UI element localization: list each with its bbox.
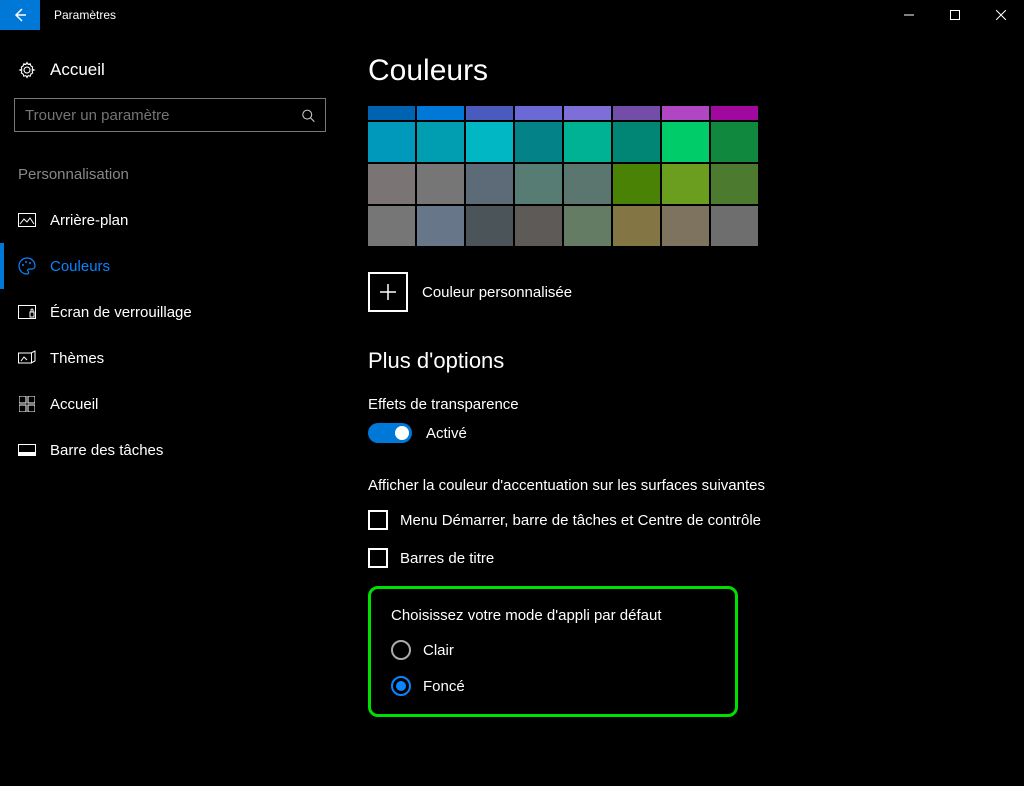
color-swatch-grid: [368, 106, 1024, 246]
color-swatch[interactable]: [417, 164, 464, 204]
color-swatch[interactable]: [417, 122, 464, 162]
category-header: Personnalisation: [14, 166, 326, 183]
custom-color-button[interactable]: [368, 272, 408, 312]
image-icon: [18, 213, 36, 227]
checkbox-icon: [368, 548, 388, 568]
home-link[interactable]: Accueil: [14, 54, 326, 98]
color-swatch[interactable]: [466, 164, 513, 204]
checkbox-icon: [368, 510, 388, 530]
sidebar: Accueil Personnalisation Arrière-plan Co…: [0, 30, 340, 786]
color-swatch[interactable]: [711, 122, 758, 162]
color-swatch[interactable]: [368, 122, 415, 162]
more-options-header: Plus d'options: [368, 348, 1024, 374]
checkbox-label: Menu Démarrer, barre de tâches et Centre…: [400, 512, 761, 529]
color-swatch[interactable]: [515, 122, 562, 162]
minimize-button[interactable]: [886, 0, 932, 30]
search-field[interactable]: [25, 107, 301, 124]
color-swatch[interactable]: [613, 164, 660, 204]
transparency-state: Activé: [426, 425, 467, 442]
color-swatch[interactable]: [662, 106, 709, 120]
color-swatch[interactable]: [466, 122, 513, 162]
gear-icon: [18, 61, 36, 79]
search-icon: [301, 108, 315, 123]
color-swatch[interactable]: [613, 206, 660, 246]
start-icon: [18, 396, 36, 412]
close-button[interactable]: [978, 0, 1024, 30]
color-swatch[interactable]: [466, 206, 513, 246]
custom-color-label: Couleur personnalisée: [422, 284, 572, 301]
color-swatch[interactable]: [662, 122, 709, 162]
color-swatch[interactable]: [711, 164, 758, 204]
sidebar-item-taskbar[interactable]: Barre des tâches: [14, 427, 326, 473]
palette-icon: [18, 257, 36, 275]
checkbox-title-bars[interactable]: Barres de titre: [368, 548, 1024, 568]
maximize-button[interactable]: [932, 0, 978, 30]
checkbox-label: Barres de titre: [400, 550, 494, 567]
color-swatch[interactable]: [417, 106, 464, 120]
color-swatch[interactable]: [368, 206, 415, 246]
sidebar-item-label: Accueil: [50, 396, 98, 413]
color-swatch[interactable]: [564, 164, 611, 204]
taskbar-icon: [18, 444, 36, 456]
radio-dark[interactable]: Foncé: [391, 676, 715, 696]
lockscreen-icon: [18, 305, 36, 319]
sidebar-item-label: Barre des tâches: [50, 442, 163, 459]
radio-label: Clair: [423, 642, 454, 659]
sidebar-item-label: Écran de verrouillage: [50, 304, 192, 321]
minimize-icon: [904, 10, 914, 20]
page-title: Couleurs: [368, 54, 1024, 88]
color-swatch[interactable]: [564, 206, 611, 246]
themes-icon: [18, 350, 36, 366]
main-content: Couleurs Couleur personnalisée Plus d'op…: [340, 30, 1024, 786]
highlight-annotation: Choisissez votre mode d'appli par défaut…: [368, 586, 738, 717]
color-swatch[interactable]: [564, 122, 611, 162]
sidebar-item-label: Couleurs: [50, 258, 110, 275]
radio-icon: [391, 640, 411, 660]
color-swatch[interactable]: [515, 106, 562, 120]
color-swatch[interactable]: [368, 106, 415, 120]
color-swatch[interactable]: [662, 206, 709, 246]
radio-label: Foncé: [423, 678, 465, 695]
window-title: Paramètres: [54, 8, 116, 22]
sidebar-item-label: Arrière-plan: [50, 212, 128, 229]
maximize-icon: [950, 10, 960, 20]
back-button[interactable]: [0, 0, 40, 30]
color-swatch[interactable]: [417, 206, 464, 246]
app-mode-label: Choisissez votre mode d'appli par défaut: [391, 607, 715, 624]
checkbox-start-taskbar[interactable]: Menu Démarrer, barre de tâches et Centre…: [368, 510, 1024, 530]
color-swatch[interactable]: [515, 206, 562, 246]
sidebar-item-label: Thèmes: [50, 350, 104, 367]
color-swatch[interactable]: [711, 206, 758, 246]
close-icon: [996, 10, 1006, 20]
transparency-toggle[interactable]: [368, 423, 412, 443]
radio-light[interactable]: Clair: [391, 640, 715, 660]
toggle-knob: [395, 426, 409, 440]
sidebar-item-start[interactable]: Accueil: [14, 381, 326, 427]
accent-surfaces-label: Afficher la couleur d'accentuation sur l…: [368, 477, 1024, 494]
color-swatch[interactable]: [466, 106, 513, 120]
color-swatch[interactable]: [368, 164, 415, 204]
transparency-label: Effets de transparence: [368, 396, 1024, 413]
plus-icon: [379, 283, 397, 301]
arrow-left-icon: [12, 7, 28, 23]
sidebar-item-colors[interactable]: Couleurs: [14, 243, 326, 289]
home-label: Accueil: [50, 60, 105, 80]
color-swatch[interactable]: [515, 164, 562, 204]
color-swatch[interactable]: [662, 164, 709, 204]
color-swatch[interactable]: [613, 122, 660, 162]
sidebar-item-lockscreen[interactable]: Écran de verrouillage: [14, 289, 326, 335]
sidebar-item-themes[interactable]: Thèmes: [14, 335, 326, 381]
sidebar-item-background[interactable]: Arrière-plan: [14, 197, 326, 243]
radio-icon: [391, 676, 411, 696]
titlebar: Paramètres: [0, 0, 1024, 30]
search-input[interactable]: [14, 98, 326, 132]
color-swatch[interactable]: [613, 106, 660, 120]
color-swatch[interactable]: [711, 106, 758, 120]
color-swatch[interactable]: [564, 106, 611, 120]
